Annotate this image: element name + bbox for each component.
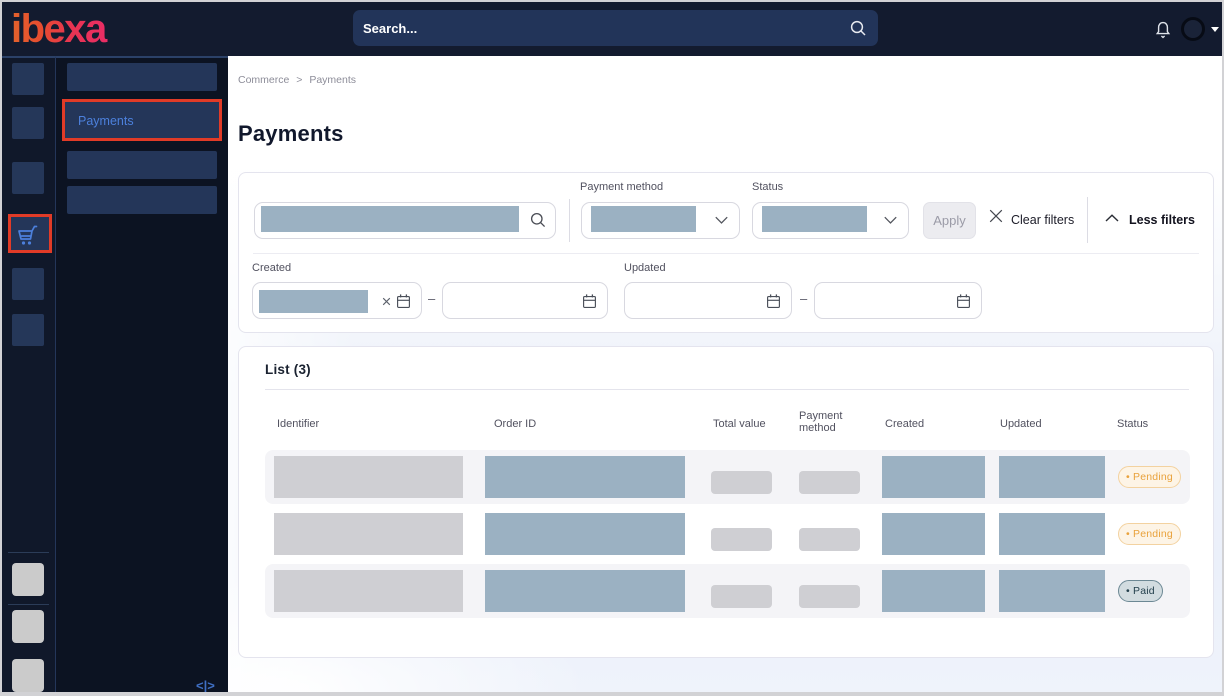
svg-text:ibexa: ibexa	[11, 10, 108, 48]
